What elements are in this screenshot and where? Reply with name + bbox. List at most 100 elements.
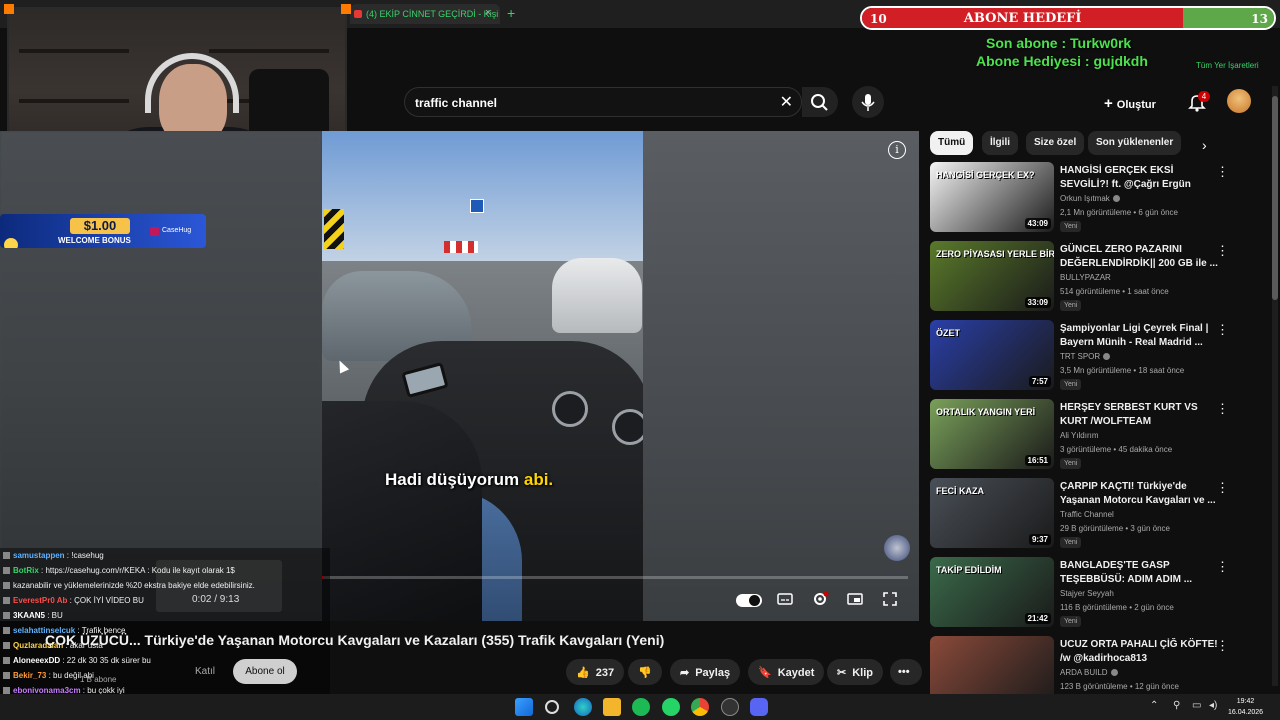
search-button[interactable] [802,87,838,117]
chat-username[interactable]: EverestPr0 Ab [13,596,67,605]
spotify-icon[interactable] [632,698,650,716]
recommended-video-title[interactable]: HERŞEY SERBEST KURT VS KURT /WOLFTEAM [1060,401,1218,429]
create-button[interactable]: + Oluştur [1104,89,1174,115]
chat-username[interactable]: AloneeexDD [13,656,60,665]
recommended-video-title[interactable]: BANGLADEŞ'TE GASP TEŞEBBÜSÜ: ADIM ADIM .… [1060,559,1218,587]
chip-for-you[interactable]: Size özel [1026,131,1085,155]
voice-search-button[interactable] [852,86,884,118]
recommended-video[interactable]: ÖZET 7:57 Şampiyonlar Ligi Çeyrek Final | … [930,320,1260,394]
subtitle-highlight: abi. [523,470,554,489]
info-icon[interactable]: i [888,141,906,159]
all-bookmarks[interactable]: Tüm Yer İşaretleri [1196,61,1259,70]
chrome-icon[interactable] [691,698,709,716]
more-options-icon[interactable]: ⋮ [1216,638,1229,654]
chat-username[interactable]: 3KAAN5 [13,611,45,620]
clear-search-icon[interactable]: ✕ [780,92,793,112]
recommended-video-title[interactable]: GÜNCEL ZERO PAZARINI DEĞERLENDİRDİK|| 20… [1060,243,1218,271]
recommended-video[interactable]: ZERO PİYASASI YERLE BİR OLDU 33:09 GÜNCEL … [930,241,1260,315]
fullscreen-button[interactable] [879,590,901,610]
chip-recently-uploaded[interactable]: Son yüklenenler [1088,131,1182,155]
user-badge-icon [3,612,10,620]
player-controls [730,590,910,612]
microphone-icon [861,94,875,111]
whatsapp-icon[interactable] [662,698,680,716]
thumbs-up-icon: 👍 [576,667,590,679]
account-avatar[interactable] [1227,89,1251,113]
video-thumbnail[interactable]: ZERO PİYASASI YERLE BİR OLDU 33:09 [930,241,1054,311]
browser-tab[interactable]: (4) EKİP CİNNET GEÇİRDİ - Kişi [350,4,500,24]
search-input[interactable] [415,94,755,112]
chat-username[interactable]: samustappen [13,551,65,560]
volume-icon[interactable]: ◂) [1209,700,1217,711]
video-thumbnail[interactable]: FECİ KAZA 9:37 [930,478,1054,548]
recommended-video-title[interactable]: ÇARPIP KAÇTI! Türkiye'de Yaşanan Motorcu… [1060,480,1218,508]
more-options-icon[interactable]: ⋮ [1216,322,1229,338]
windows-start-icon[interactable] [515,698,533,716]
steam-icon[interactable] [721,698,739,716]
video-thumbnail[interactable]: ÖZET 7:57 [930,320,1054,390]
chevron-right-icon[interactable]: › [1202,137,1207,153]
subtitles-button[interactable] [774,590,796,610]
recommended-video[interactable]: ORTALIK YANGIN YERİ 16:51 HERŞEY SERBEST K… [930,399,1260,473]
clip-button[interactable]: ✂ Klip [827,659,883,685]
chip-all[interactable]: Tümü [930,131,974,155]
more-options-icon[interactable]: ⋮ [1216,559,1229,575]
tab-close-icon[interactable]: × [485,7,491,19]
more-actions-button[interactable]: ••• [890,659,922,685]
recommended-video-title[interactable]: HANGİSİ GERÇEK EKSİ SEVGİLİ?! ft. @Çağrı… [1060,164,1218,192]
like-button[interactable]: 👍 237 [566,659,625,685]
channel-name[interactable]: Traffic Channel [1060,510,1114,519]
dislike-button[interactable]: 👎 [628,659,662,685]
miniplayer-button[interactable] [844,590,866,610]
recommended-video[interactable]: HANGİSİ GERÇEK EX? 43:09 HANGİSİ GERÇEK EK… [930,162,1260,236]
search-icon[interactable] [545,700,559,714]
channel-name[interactable]: TRT SPOR [1060,352,1100,361]
channel-name[interactable]: Orkun Işıtmak [1060,194,1110,203]
file-explorer-icon[interactable] [603,698,621,716]
more-options-icon[interactable]: ⋮ [1216,401,1229,417]
scrollbar-thumb[interactable] [1272,96,1278,300]
new-tab-icon[interactable]: + [507,5,515,21]
recommended-video[interactable]: TAKİP EDİLDİM 21:42 BANGLADEŞ'TE GASP TEŞE… [930,557,1260,631]
shelf [19,99,129,103]
edge-browser-icon[interactable] [574,698,592,716]
video-thumbnail[interactable]: TAKİP EDİLDİM 21:42 [930,557,1054,627]
video-progress-bar[interactable] [322,576,908,579]
windows-taskbar: ⌃ ⚲ ▭ ◂) 19:42 16.04.2026 [0,694,1280,720]
join-button[interactable]: Katıl [182,660,228,684]
channel-name[interactable]: Stajyer Seyyah [1060,589,1114,598]
thumbnail-text: HANGİSİ GERÇEK EX? [936,170,1035,180]
subscribe-button[interactable]: Abone ol [233,659,297,684]
network-icon[interactable]: ▭ [1192,700,1201,711]
settings-button[interactable] [809,590,831,610]
chip-related[interactable]: İlgili [982,131,1018,155]
channel-name[interactable]: ARDA BUILD [1060,668,1108,677]
system-clock[interactable]: 19:42 16.04.2026 [1228,696,1263,718]
user-badge-icon [3,642,10,650]
chat-text: : BU [45,611,63,620]
chat-username[interactable]: BotRix [13,566,39,575]
search-box: ✕ [404,87,802,117]
shelf [19,49,129,53]
channel-name-row: Ali Yıldırım [1060,431,1099,440]
chat-username[interactable]: Bekir_73 [13,671,46,680]
more-options-icon[interactable]: ⋮ [1216,480,1229,496]
channel-name[interactable]: BULLYPAZAR [1060,273,1111,282]
channel-name-row: TRT SPOR [1060,352,1111,361]
channel-name[interactable]: Ali Yıldırım [1060,431,1099,440]
more-options-icon[interactable]: ⋮ [1216,243,1229,259]
location-icon[interactable]: ⚲ [1173,700,1180,711]
discord-icon[interactable] [750,698,768,716]
video-thumbnail[interactable]: ORTALIK YANGIN YERİ 16:51 [930,399,1054,469]
recommended-video-title[interactable]: UCUZ ORTA PAHALI ÇİĞ KÖFTE! /w @kadirhoc… [1060,638,1218,666]
recommended-video-title[interactable]: Şampiyonlar Ligi Çeyrek Final | Bayern M… [1060,322,1218,350]
save-button[interactable]: 🔖 Kaydet [748,659,825,685]
video-thumbnail[interactable]: HANGİSİ GERÇEK EX? 43:09 [930,162,1054,232]
autoplay-toggle[interactable] [730,590,764,610]
recommended-video[interactable]: FECİ KAZA 9:37 ÇARPIP KAÇTI! Türkiye'de Ya… [930,478,1260,552]
more-options-icon[interactable]: ⋮ [1216,164,1229,180]
chevron-up-icon[interactable]: ⌃ [1150,700,1158,711]
page-scrollbar[interactable] [1272,86,1278,686]
gear-icon [814,591,829,605]
share-button[interactable]: ➦ Paylaş [670,659,741,685]
